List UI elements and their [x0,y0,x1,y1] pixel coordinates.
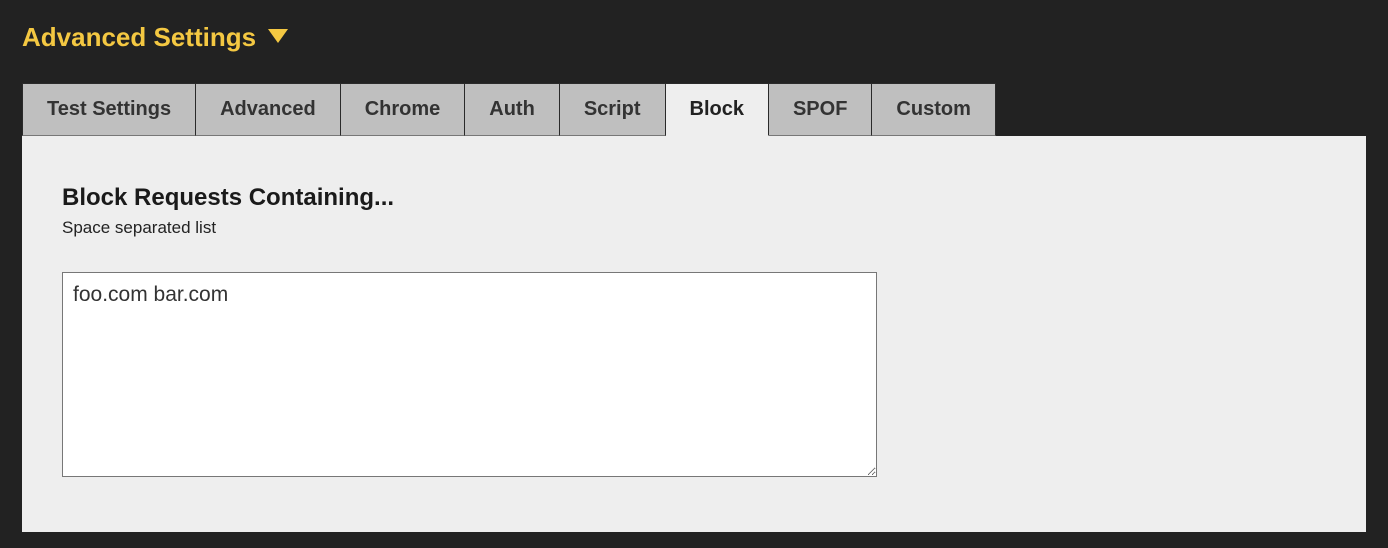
tabs: Test Settings Advanced Chrome Auth Scrip… [0,83,1388,136]
tab-spof[interactable]: SPOF [769,83,872,136]
tab-test-settings[interactable]: Test Settings [22,83,196,136]
tab-chrome[interactable]: Chrome [341,83,466,136]
tab-auth[interactable]: Auth [465,83,560,136]
chevron-down-icon [268,27,288,48]
block-panel: Block Requests Containing... Space separ… [22,136,1366,532]
block-requests-input[interactable] [62,272,877,477]
tab-block[interactable]: Block [666,83,769,136]
tab-script[interactable]: Script [560,83,666,136]
block-subtitle: Space separated list [62,218,1326,238]
tab-advanced[interactable]: Advanced [196,83,341,136]
block-title: Block Requests Containing... [62,184,1326,212]
advanced-settings-title: Advanced Settings [22,22,256,53]
advanced-settings-header[interactable]: Advanced Settings [0,22,1388,53]
tab-custom[interactable]: Custom [872,83,995,136]
